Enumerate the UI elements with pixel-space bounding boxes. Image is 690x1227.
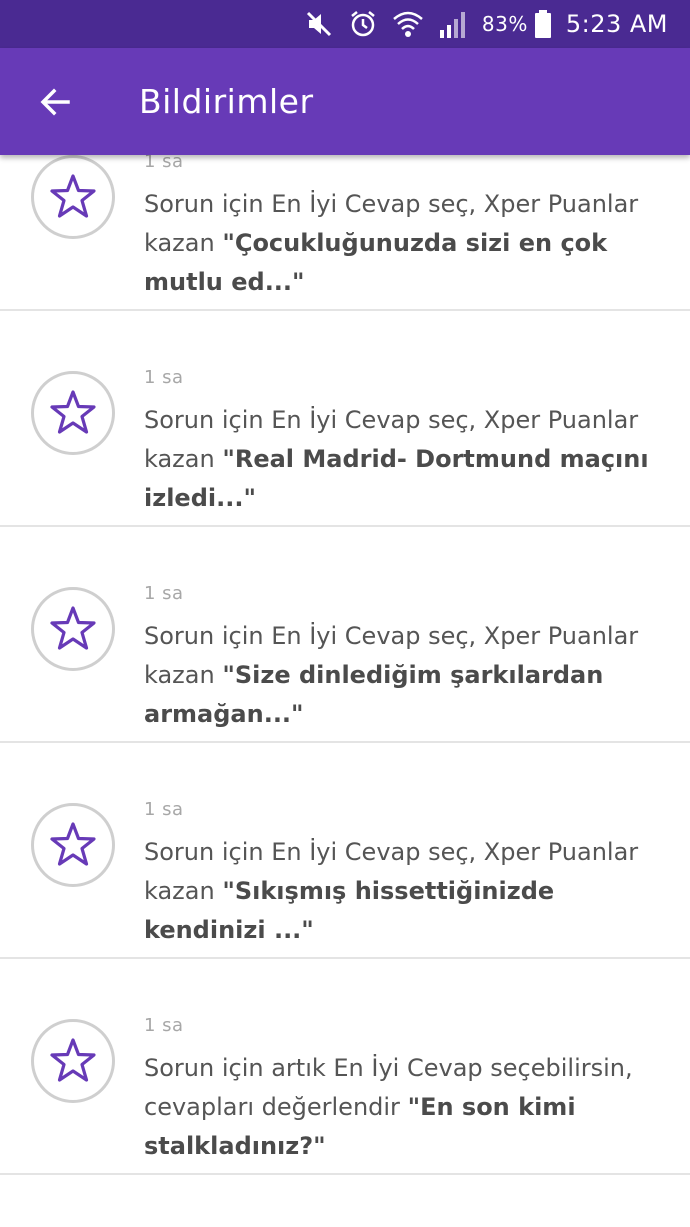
notification-text: Sorun için En İyi Cevap seç, Xper Puanla… — [144, 617, 654, 734]
arrow-left-icon — [40, 88, 70, 115]
battery-percent: 83% — [481, 12, 528, 36]
star-icon — [31, 155, 115, 239]
star-icon — [31, 371, 115, 455]
notification-item[interactable]: 1 sa Sorun için artık En İyi Cevap seçeb… — [0, 959, 690, 1175]
clock: 5:23 AM — [565, 10, 668, 38]
notification-text: Sorun için En İyi Cevap seç, Xper Puanla… — [144, 185, 654, 302]
notification-text: Sorun için En İyi Cevap seç, Xper Puanla… — [144, 401, 654, 518]
notification-time: 1 sa — [144, 799, 184, 820]
notification-list[interactable]: 1 sa Sorun için En İyi Cevap seç, Xper P… — [0, 155, 690, 1227]
back-button[interactable] — [26, 73, 84, 131]
star-icon — [31, 587, 115, 671]
mute-icon — [304, 9, 334, 39]
notification-time: 1 sa — [144, 1015, 184, 1036]
app-bar: Bildirimler — [0, 48, 690, 155]
star-icon — [31, 803, 115, 887]
page-title: Bildirimler — [139, 82, 314, 121]
battery-icon — [534, 9, 552, 39]
notification-text: Sorun için artık En İyi Cevap seçebilirs… — [144, 1049, 654, 1166]
wifi-icon — [392, 9, 424, 39]
notification-item[interactable]: 1 sa Sorun için En İyi Cevap seç, Xper P… — [0, 155, 690, 311]
notification-text: Sorun için En İyi Cevap seç, Xper Puanla… — [144, 833, 654, 950]
notification-time: 1 sa — [144, 583, 184, 604]
notification-item[interactable]: 1 sa Sorun için En İyi Cevap seç, Xper P… — [0, 527, 690, 743]
notification-time: 1 sa — [144, 155, 184, 172]
notification-item[interactable]: 1 sa Sorun için En İyi Cevap seç, Xper P… — [0, 743, 690, 959]
star-icon — [31, 1019, 115, 1103]
alarm-icon — [348, 9, 378, 39]
notification-item[interactable]: 1 sa Sorun için En İyi Cevap seç, Xper P… — [0, 311, 690, 527]
status-bar: 83% 5:23 AM — [0, 0, 690, 48]
signal-icon — [438, 10, 468, 38]
notification-time: 1 sa — [144, 367, 184, 388]
